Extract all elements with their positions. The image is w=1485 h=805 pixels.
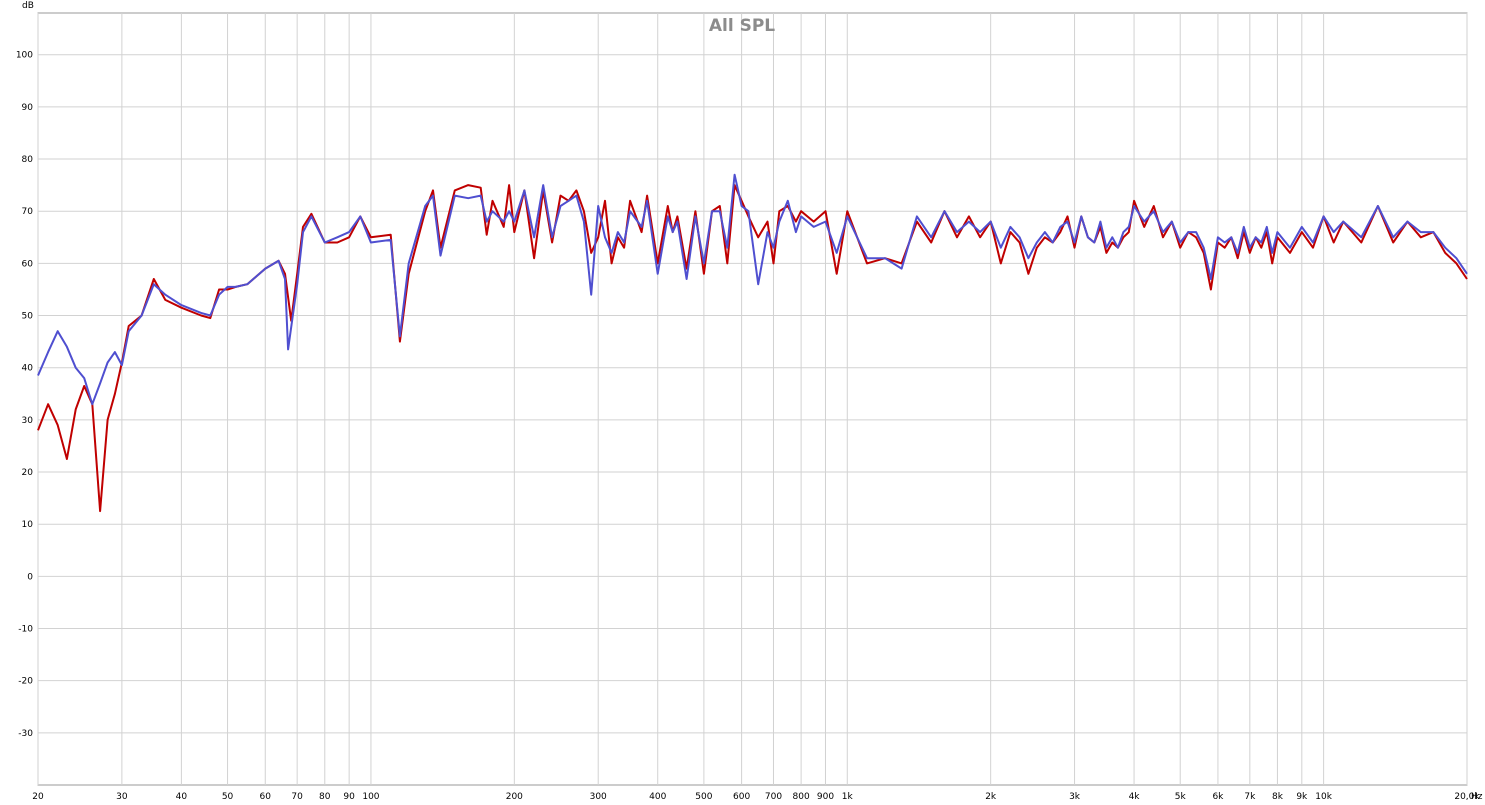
x-tick-label: 600 bbox=[733, 792, 750, 802]
y-axis-label: dB bbox=[22, 1, 34, 11]
x-tick-label: 20 bbox=[32, 792, 44, 802]
x-tick-label: 3k bbox=[1069, 792, 1081, 802]
x-tick-labels: 20 30 40 50 60 70 80 90 100 200 300 400 500 600 700 800… bbox=[32, 792, 1480, 802]
x-tick-label: 2k bbox=[985, 792, 997, 802]
x-tick-label: 400 bbox=[649, 792, 666, 802]
spl-chart: 20 30 40 50 60 70 80 90 100 200 300 400 500 600 700 800… bbox=[16, 1, 1483, 802]
x-tick-label: 900 bbox=[817, 792, 834, 802]
y-tick-label: 50 bbox=[22, 312, 34, 322]
y-tick-label: -10 bbox=[18, 625, 33, 635]
x-tick-label: 10k bbox=[1315, 792, 1332, 802]
x-tick-label: 700 bbox=[765, 792, 782, 802]
y-tick-label: 90 bbox=[22, 103, 34, 113]
x-tick-label: 1k bbox=[842, 792, 854, 802]
x-tick-label: 300 bbox=[590, 792, 607, 802]
x-tick-label: 100 bbox=[362, 792, 379, 802]
x-tick-label: 60 bbox=[260, 792, 272, 802]
plot-background bbox=[37, 12, 1468, 786]
x-tick-label: 800 bbox=[793, 792, 810, 802]
y-tick-label: 100 bbox=[16, 51, 33, 61]
y-tick-label: 0 bbox=[27, 572, 33, 582]
x-tick-label: 40 bbox=[176, 792, 188, 802]
y-tick-label: 40 bbox=[22, 364, 34, 374]
x-tick-label: 6k bbox=[1212, 792, 1224, 802]
x-tick-label: 8k bbox=[1272, 792, 1284, 802]
chart-title: All SPL bbox=[709, 16, 775, 36]
y-tick-label: 20 bbox=[22, 468, 34, 478]
x-tick-label: 500 bbox=[695, 792, 712, 802]
x-tick-label: 80 bbox=[319, 792, 331, 802]
y-tick-label: 70 bbox=[22, 207, 34, 217]
y-tick-label: 80 bbox=[22, 155, 34, 165]
x-tick-label: 7k bbox=[1244, 792, 1256, 802]
x-tick-label: 70 bbox=[291, 792, 303, 802]
x-axis-label: Hz bbox=[1471, 792, 1483, 802]
x-tick-label: 50 bbox=[222, 792, 234, 802]
y-tick-label: 30 bbox=[22, 416, 34, 426]
y-tick-label: -30 bbox=[18, 729, 33, 739]
x-tick-label: 30 bbox=[116, 792, 128, 802]
y-tick-label: 60 bbox=[22, 259, 34, 269]
y-tick-label: 10 bbox=[22, 520, 34, 530]
x-tick-label: 200 bbox=[506, 792, 523, 802]
x-tick-label: 4k bbox=[1129, 792, 1141, 802]
y-tick-label: -20 bbox=[18, 677, 33, 687]
x-tick-label: 90 bbox=[343, 792, 355, 802]
x-tick-label: 9k bbox=[1296, 792, 1308, 802]
y-tick-labels: 1009080706050403020100-10-20-30 bbox=[16, 51, 33, 739]
x-tick-label: 5k bbox=[1175, 792, 1187, 802]
